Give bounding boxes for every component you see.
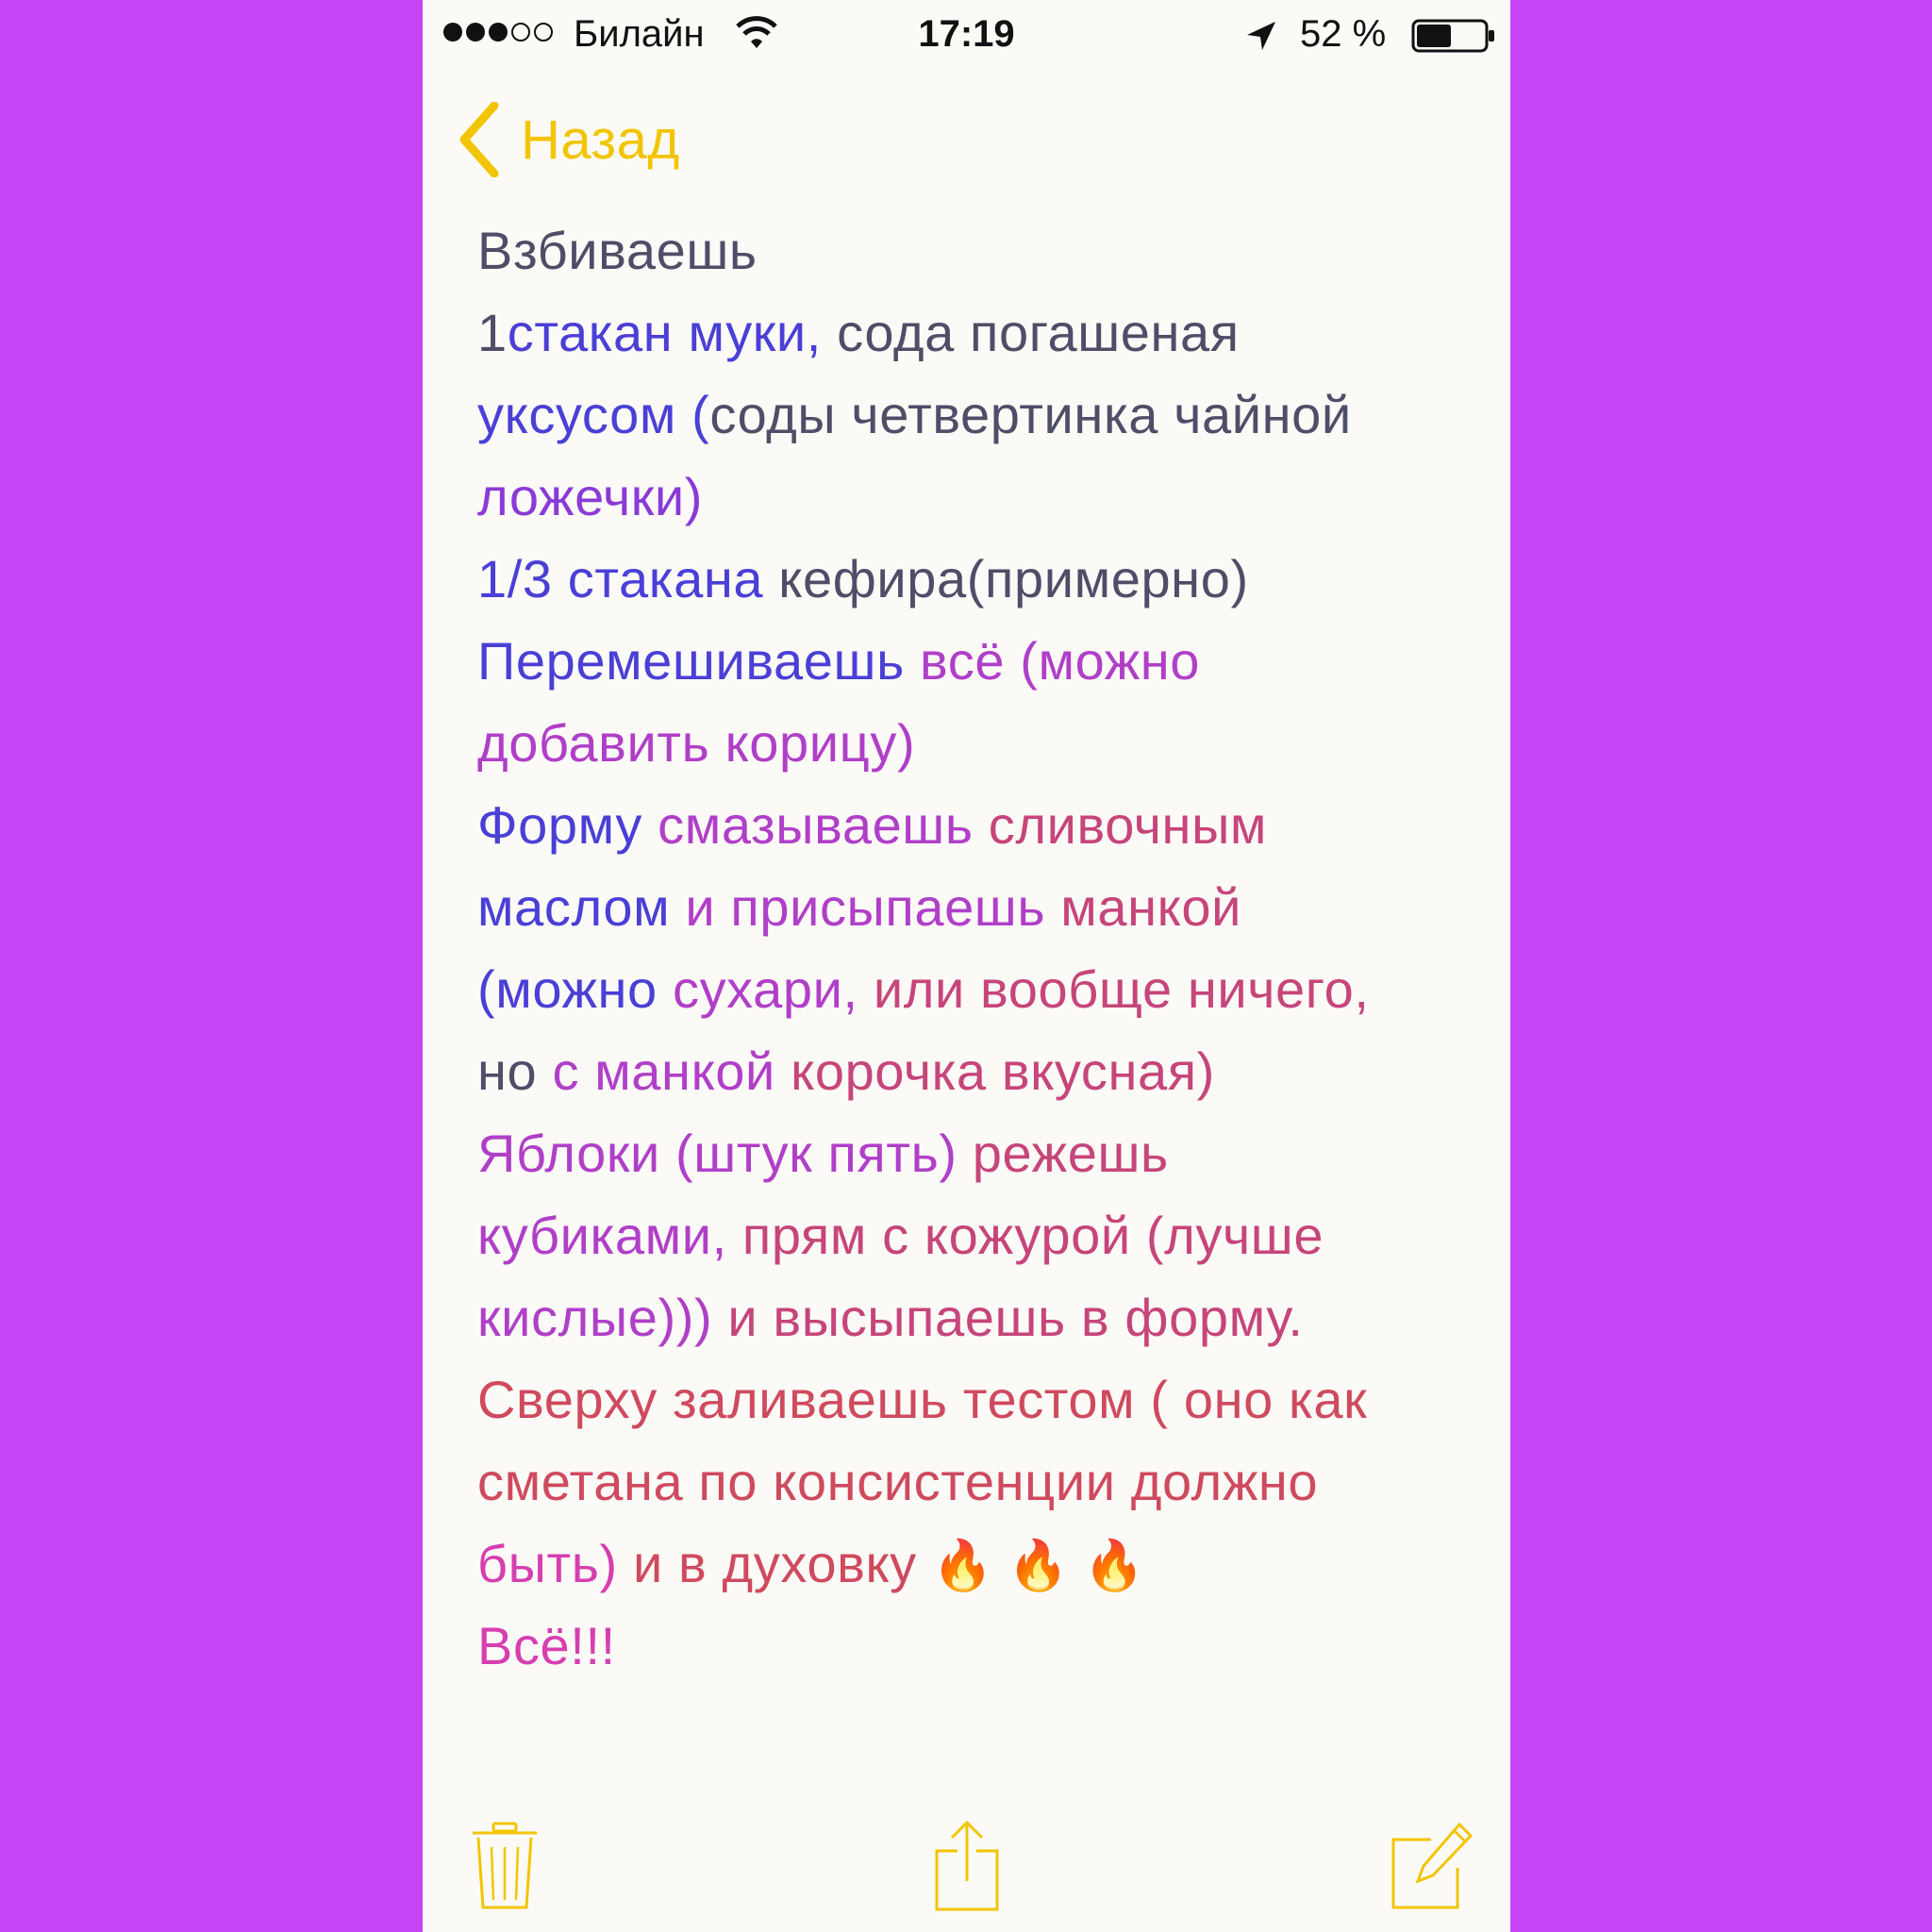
- note-text-segment: кислые))): [477, 1288, 728, 1347]
- note-text-segment: сливочным: [988, 795, 1268, 855]
- note-text-segment: и присыпаешь: [685, 877, 1061, 937]
- note-text-segment: и высыпаешь в форму.: [727, 1288, 1304, 1347]
- note-line: Сверху заливаешь тестом ( оно как: [477, 1358, 1477, 1441]
- note-text-segment: но: [477, 1041, 553, 1101]
- note-line: но с манкой корочка вкусная): [477, 1030, 1477, 1112]
- note-line: уксусом (соды четвертинка чайной: [477, 374, 1477, 456]
- note-text-segment: маслом: [477, 877, 686, 937]
- note-line: сметана по консистенции должно: [477, 1441, 1477, 1523]
- compose-button[interactable]: [1390, 1819, 1474, 1913]
- fire-emoji: 🔥 🔥 🔥: [931, 1539, 1146, 1593]
- note-line: 1/3 стакана кефира(примерно): [477, 538, 1477, 620]
- status-bar: Билайн 17:19 52 %: [423, 0, 1510, 72]
- note-text-segment: 1/3 стакана: [477, 549, 779, 608]
- note-line: добавить корицу): [477, 702, 1477, 784]
- note-text-segment: кубиками,: [477, 1206, 742, 1265]
- note-text-segment: Всё!!!: [477, 1616, 616, 1675]
- note-text-segment: быть): [477, 1534, 633, 1593]
- note-text-segment: и в духовку: [632, 1534, 932, 1593]
- note-line: быть) и в духовку 🔥 🔥 🔥: [477, 1523, 1477, 1605]
- note-line: Всё!!!: [477, 1605, 1477, 1687]
- battery-percent: 52 %: [1300, 13, 1387, 55]
- note-text-segment: уксусом (: [477, 385, 710, 444]
- delete-button[interactable]: [462, 1819, 547, 1913]
- share-icon: [935, 1820, 999, 1911]
- note-text-segment: Перемешиваешь: [477, 631, 921, 691]
- note-line: 1стакан муки, сода погашеная: [477, 291, 1477, 374]
- note-line: (можно сухари, или вообще ничего,: [477, 948, 1477, 1030]
- notes-app-screen: Билайн 17:19 52 % Назад Взбиваешь 1стака…: [423, 0, 1510, 1932]
- note-text-segment: сметана по консистенции должно: [477, 1452, 1319, 1511]
- note-line: Форму смазываешь сливочным: [477, 784, 1477, 866]
- note-text-segment: корочка вкусная): [791, 1041, 1215, 1101]
- note-text-segment: прям с кожурой (лучше: [741, 1206, 1324, 1265]
- note-line: ложечки): [477, 456, 1477, 538]
- note-text-segment: Сверху заливаешь тестом ( оно как: [477, 1370, 1368, 1429]
- note-line: кубиками, прям с кожурой (лучше: [477, 1194, 1477, 1276]
- note-text-segment: манкой: [1060, 877, 1242, 937]
- note-line: Перемешиваешь всё (можно: [477, 620, 1477, 702]
- compose-icon: [1391, 1822, 1474, 1909]
- note-text-segment: всё (можно: [920, 631, 1201, 691]
- note-text-segment: 1: [477, 303, 508, 362]
- note-text-segment: Взбиваешь: [477, 221, 758, 280]
- note-text-segment: с манкой: [552, 1041, 791, 1101]
- share-button[interactable]: [924, 1819, 1009, 1913]
- note-text-segment: стакан муки,: [507, 303, 838, 362]
- note-line: Взбиваешь: [477, 209, 1477, 291]
- location-arrow-icon: [1245, 19, 1277, 61]
- chevron-left-icon: [459, 102, 499, 177]
- note-text-segment: Форму: [477, 795, 658, 855]
- back-button[interactable]: Назад: [457, 102, 680, 177]
- back-label: Назад: [521, 108, 680, 171]
- note-text-segment: Яблоки (штук пять): [477, 1124, 973, 1183]
- note-text-segment: режешь: [972, 1124, 1169, 1183]
- note-text-segment: соды четвертинка чайной: [709, 385, 1352, 444]
- note-text-segment: или вообще ничего,: [873, 959, 1370, 1019]
- battery-icon: [1411, 19, 1496, 62]
- trash-icon: [473, 1822, 537, 1909]
- note-text-segment: сода погашеная: [837, 303, 1240, 362]
- note-text-segment: сухари,: [672, 959, 874, 1019]
- note-text-segment: кефира(примерно): [778, 549, 1249, 608]
- note-line: маслом и присыпаешь манкой: [477, 866, 1477, 948]
- note-text-body[interactable]: Взбиваешь 1стакан муки, сода погашеная укс…: [477, 209, 1477, 1687]
- note-line: Яблоки (штук пять) режешь: [477, 1112, 1477, 1194]
- note-text-segment: добавить корицу): [477, 713, 916, 773]
- note-line: кислые))) и высыпаешь в форму.: [477, 1276, 1477, 1358]
- note-text-segment: смазываешь: [658, 795, 989, 855]
- note-text-segment: (можно: [477, 959, 673, 1019]
- note-text-segment: ложечки): [477, 467, 703, 526]
- bottom-toolbar: [423, 1790, 1510, 1932]
